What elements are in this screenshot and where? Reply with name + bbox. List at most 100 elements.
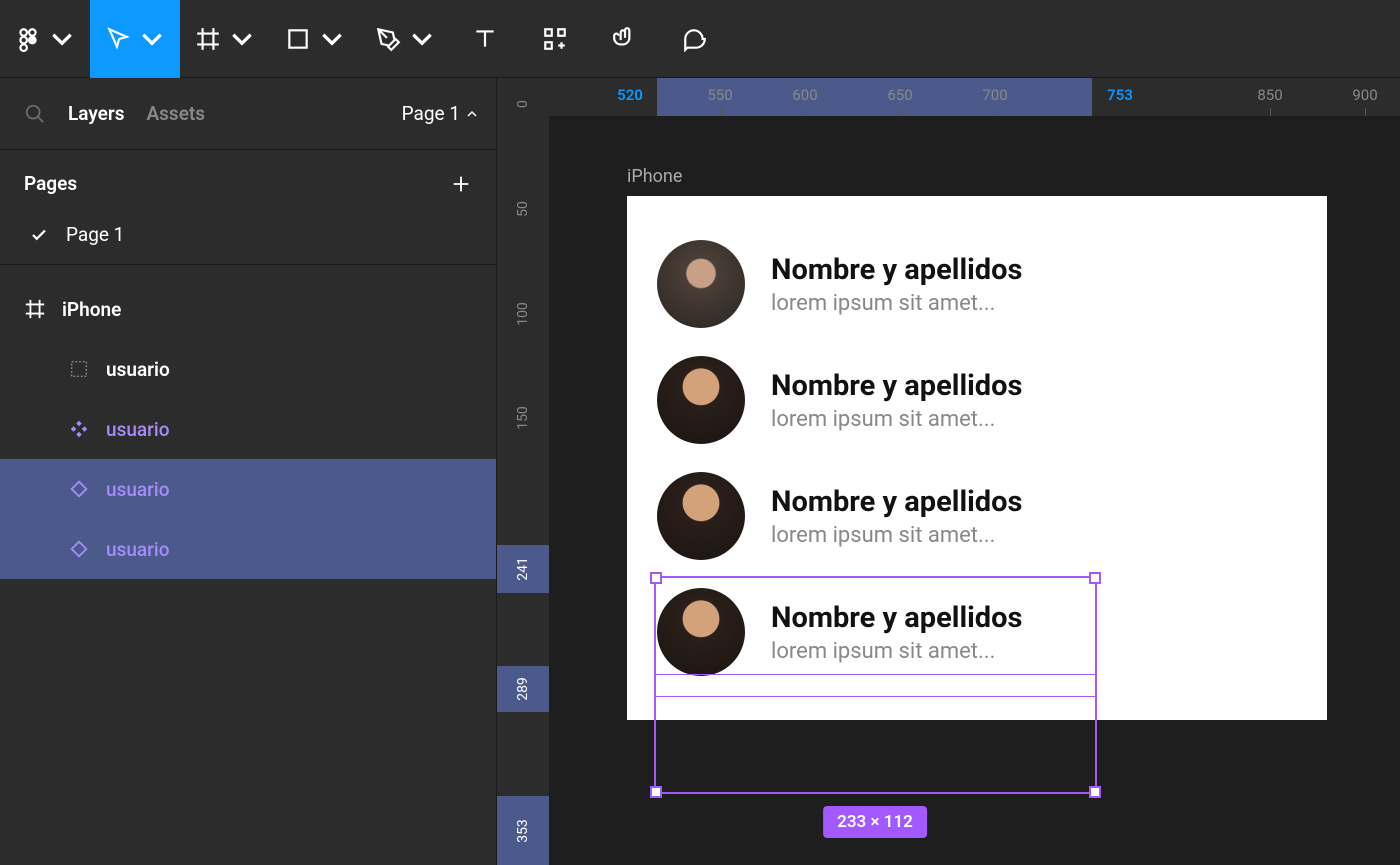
ruler-tick: 520 [617,86,643,104]
ruler-tick: 100 [515,302,531,326]
search-icon[interactable] [24,103,46,125]
avatar [657,472,745,560]
group-icon [68,358,90,380]
selection-dimensions-badge: 233 × 112 [823,806,927,838]
chevron-down-icon [139,26,165,52]
main-area: Layers Assets Page 1 Pages Page 1 iPhone [0,78,1400,865]
user-name: Nombre y apellidos [771,253,1022,287]
chevron-down-icon [409,26,435,52]
pages-section: Pages Page 1 [0,150,496,265]
vertical-ruler[interactable]: 0 50 100 150 241 289 353 [497,78,549,865]
comment-tool-button[interactable] [660,0,730,78]
layer-instance-usuario[interactable]: usuario [0,519,496,579]
component-icon [68,418,90,440]
user-card[interactable]: Nombre y apellidos lorem ipsum sit amet.… [627,574,1327,690]
figma-menu-button[interactable] [0,0,90,78]
top-toolbar [0,0,1400,78]
avatar [657,588,745,676]
user-subtitle: lorem ipsum sit amet... [771,407,1022,432]
layer-group-usuario[interactable]: usuario [0,339,496,399]
shape-tool-button[interactable] [270,0,360,78]
layer-instance-usuario[interactable]: usuario [0,459,496,519]
user-name: Nombre y apellidos [771,601,1022,635]
hand-tool-button[interactable] [590,0,660,78]
page-selector[interactable]: Page 1 [402,102,478,125]
instance-icon [68,538,90,560]
avatar [657,240,745,328]
frame-title[interactable]: iPhone [627,166,682,187]
chevron-down-icon [229,26,255,52]
ruler-tick: 700 [982,86,1007,104]
layer-label: iPhone [62,298,121,321]
user-subtitle: lorem ipsum sit amet... [771,291,1022,316]
user-name: Nombre y apellidos [771,369,1022,403]
page-item[interactable]: Page 1 [24,223,472,246]
cursor-icon [105,26,131,52]
frame-iphone[interactable]: Nombre y apellidos lorem ipsum sit amet.… [627,196,1327,720]
ruler-selection-marker: 289 [497,666,549,712]
assets-tab[interactable]: Assets [146,102,205,125]
horizontal-ruler[interactable]: 520 550 600 650 700 753 850 900 [549,78,1400,116]
user-card[interactable]: Nombre y apellidos lorem ipsum sit amet.… [627,342,1327,458]
selection-handle[interactable] [1089,786,1101,798]
resources-tool-button[interactable] [520,0,590,78]
pages-header: Pages [24,172,472,195]
pages-title: Pages [24,172,77,195]
check-icon [30,226,48,244]
layers-tab[interactable]: Layers [68,102,124,125]
rectangle-icon [285,26,311,52]
layers-tree: iPhone usuario usuario usuario usuario [0,265,496,579]
avatar [657,356,745,444]
chevron-up-icon [466,108,478,120]
text-tool-button[interactable] [450,0,520,78]
user-text: Nombre y apellidos lorem ipsum sit amet.… [771,485,1022,548]
layer-label: usuario [106,538,170,561]
hand-icon [612,26,638,52]
pen-tool-button[interactable] [360,0,450,78]
user-subtitle: lorem ipsum sit amet... [771,639,1022,664]
chevron-down-icon [319,26,345,52]
layer-label: usuario [106,358,170,381]
panel-header: Layers Assets Page 1 [0,78,496,150]
page-selector-label: Page 1 [402,102,460,125]
left-panel: Layers Assets Page 1 Pages Page 1 iPhone [0,78,497,865]
canvas-viewport[interactable]: iPhone Nombre y apellidos lorem ipsum si… [549,116,1400,865]
ruler-selection-marker: 353 [497,796,549,865]
user-card[interactable]: Nombre y apellidos lorem ipsum sit amet.… [627,458,1327,574]
ruler-tick: 850 [1257,86,1282,104]
figma-logo-icon [15,26,41,52]
ruler-selection-marker: 241 [497,545,549,593]
page-item-label: Page 1 [66,223,124,246]
chevron-down-icon [49,26,75,52]
text-icon [472,26,498,52]
comment-icon [682,26,708,52]
ruler-tick: 600 [792,86,817,104]
frame-icon [195,26,221,52]
user-card[interactable]: Nombre y apellidos lorem ipsum sit amet.… [627,226,1327,342]
layer-component-usuario[interactable]: usuario [0,399,496,459]
frame-icon [24,298,46,320]
ruler-tick: 550 [707,86,732,104]
add-page-button[interactable] [450,173,472,195]
pen-icon [375,26,401,52]
selection-handle[interactable] [650,786,662,798]
ruler-tick: 900 [1352,86,1377,104]
ruler-tick: 650 [887,86,912,104]
user-text: Nombre y apellidos lorem ipsum sit amet.… [771,601,1022,664]
move-tool-button[interactable] [90,0,180,78]
ruler-tick: 753 [1107,86,1133,104]
ruler-tick: 150 [515,406,531,430]
user-text: Nombre y apellidos lorem ipsum sit amet.… [771,369,1022,432]
ruler-tick: 50 [515,201,531,217]
layer-label: usuario [106,478,170,501]
user-subtitle: lorem ipsum sit amet... [771,523,1022,548]
layer-frame-iphone[interactable]: iPhone [0,279,496,339]
instance-icon [68,478,90,500]
user-text: Nombre y apellidos lorem ipsum sit amet.… [771,253,1022,316]
resources-icon [542,26,568,52]
frame-tool-button[interactable] [180,0,270,78]
ruler-tick: 0 [515,100,531,108]
canvas-area: 520 550 600 650 700 753 850 900 iPhone N… [549,78,1400,865]
layer-label: usuario [106,418,170,441]
user-name: Nombre y apellidos [771,485,1022,519]
